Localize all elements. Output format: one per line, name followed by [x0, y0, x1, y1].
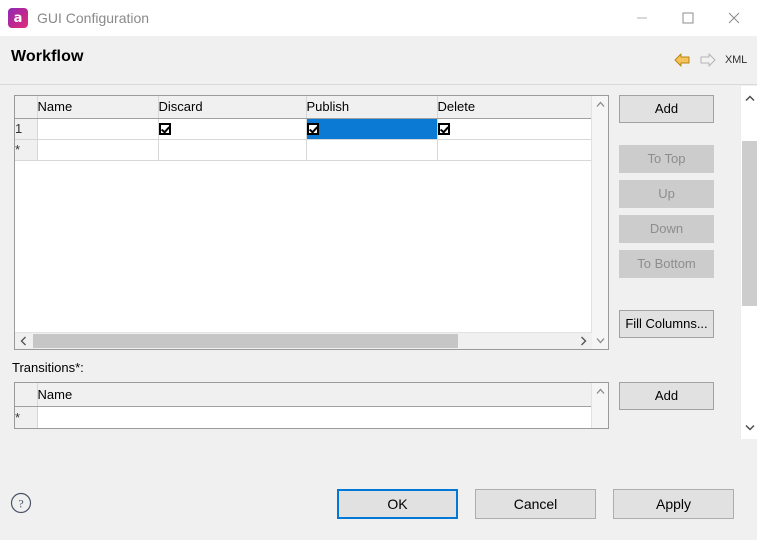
app-icon: a	[8, 8, 28, 28]
discard-checkbox[interactable]	[158, 123, 171, 136]
chevron-right-icon[interactable]	[575, 333, 592, 349]
cell-discard-1[interactable]	[158, 118, 307, 140]
transitions-table-vscrollbar[interactable]	[591, 383, 608, 428]
column-header-publish[interactable]: Publish	[306, 96, 438, 119]
transitions-new-row-marker: *	[15, 409, 21, 425]
workflow-table-hscrollbar[interactable]	[15, 332, 592, 349]
app-icon-glyph: a	[13, 10, 23, 26]
transitions-table: Name *	[15, 383, 593, 428]
cell-delete-new[interactable]	[437, 139, 593, 161]
row-header-corner	[15, 96, 38, 119]
close-icon	[728, 12, 740, 24]
column-header-name[interactable]: Name	[37, 96, 159, 119]
gui-configuration-window: a GUI Configuration Workflow XML Name Di…	[0, 0, 757, 540]
cell-name-1[interactable]	[37, 118, 159, 140]
hscrollbar-thumb[interactable]	[33, 334, 458, 348]
dialog-content: Name Discard Publish Delete 1 * Add To T…	[0, 86, 757, 469]
cell-delete-1[interactable]	[437, 118, 593, 140]
page-title: Workflow	[11, 48, 84, 65]
window-controls	[619, 0, 757, 36]
new-row-marker: *	[15, 142, 21, 157]
maximize-button[interactable]	[665, 0, 711, 36]
back-arrow-icon[interactable]	[674, 51, 692, 68]
ok-button[interactable]: OK	[337, 489, 458, 519]
table-row-new[interactable]: *	[15, 139, 593, 161]
transitions-row-header-corner	[15, 383, 38, 407]
transitions-table-panel: Name *	[14, 382, 609, 429]
workflow-table: Name Discard Publish Delete 1 *	[15, 96, 593, 161]
to-bottom-button[interactable]: To Bottom	[619, 250, 714, 278]
publish-checkbox[interactable]	[306, 123, 319, 136]
delete-checkbox[interactable]	[437, 123, 450, 136]
transitions-actions: Add	[619, 382, 714, 410]
fill-columns-button[interactable]: Fill Columns...	[619, 310, 714, 338]
maximize-icon	[682, 12, 694, 24]
column-header-discard[interactable]: Discard	[158, 96, 307, 119]
title-bar: a GUI Configuration	[0, 0, 757, 36]
apply-button[interactable]: Apply	[613, 489, 734, 519]
workflow-table-vscrollbar[interactable]	[591, 96, 608, 349]
close-button[interactable]	[711, 0, 757, 36]
row-header-new[interactable]: *	[15, 139, 38, 161]
transitions-label: Transitions*:	[12, 360, 84, 375]
page-scrollbar-thumb[interactable]	[742, 141, 757, 306]
to-top-button[interactable]: To Top	[619, 145, 714, 173]
dialog-footer: ? OK Cancel Apply	[0, 469, 757, 540]
page-header: Workflow XML	[0, 36, 757, 85]
help-icon[interactable]: ?	[10, 492, 32, 514]
window-title: GUI Configuration	[37, 10, 150, 26]
chevron-left-icon[interactable]	[15, 333, 32, 349]
transitions-row-new[interactable]: *	[15, 406, 593, 428]
svg-text:?: ?	[18, 497, 23, 511]
transitions-chevron-up-icon[interactable]	[592, 383, 608, 400]
row-header-1[interactable]: 1	[15, 118, 38, 140]
footer-buttons: OK Cancel Apply	[337, 489, 734, 519]
cell-publish-new[interactable]	[306, 139, 438, 161]
page-scroll-down-icon[interactable]	[741, 417, 757, 437]
header-toolbar: XML	[674, 51, 747, 68]
page-scroll-up-icon[interactable]	[741, 88, 757, 108]
cancel-button[interactable]: Cancel	[475, 489, 596, 519]
table-row[interactable]: 1	[15, 118, 593, 140]
minimize-button[interactable]	[619, 0, 665, 36]
transitions-cell-name-new[interactable]	[37, 406, 593, 428]
workflow-actions: Add To Top Up Down To Bottom Fill Column…	[619, 95, 714, 338]
chevron-up-icon[interactable]	[592, 96, 608, 113]
cell-name-new[interactable]	[37, 139, 159, 161]
column-header-delete[interactable]: Delete	[437, 96, 593, 119]
chevron-down-icon[interactable]	[592, 332, 608, 349]
cell-discard-new[interactable]	[158, 139, 307, 161]
up-button[interactable]: Up	[619, 180, 714, 208]
xml-link[interactable]: XML	[725, 54, 747, 66]
workflow-table-header-row: Name Discard Publish Delete	[15, 96, 593, 119]
down-button[interactable]: Down	[619, 215, 714, 243]
forward-arrow-icon	[699, 51, 717, 68]
workflow-table-panel: Name Discard Publish Delete 1 *	[14, 95, 609, 350]
add-workflow-button[interactable]: Add	[619, 95, 714, 123]
page-scrollbar[interactable]	[740, 86, 757, 439]
transitions-header-row: Name	[15, 383, 593, 407]
add-transition-button[interactable]: Add	[619, 382, 714, 410]
cell-publish-1[interactable]	[306, 118, 438, 140]
minimize-icon	[637, 17, 647, 19]
transitions-column-header-name[interactable]: Name	[37, 383, 593, 407]
transitions-row-header-new[interactable]: *	[15, 406, 38, 428]
